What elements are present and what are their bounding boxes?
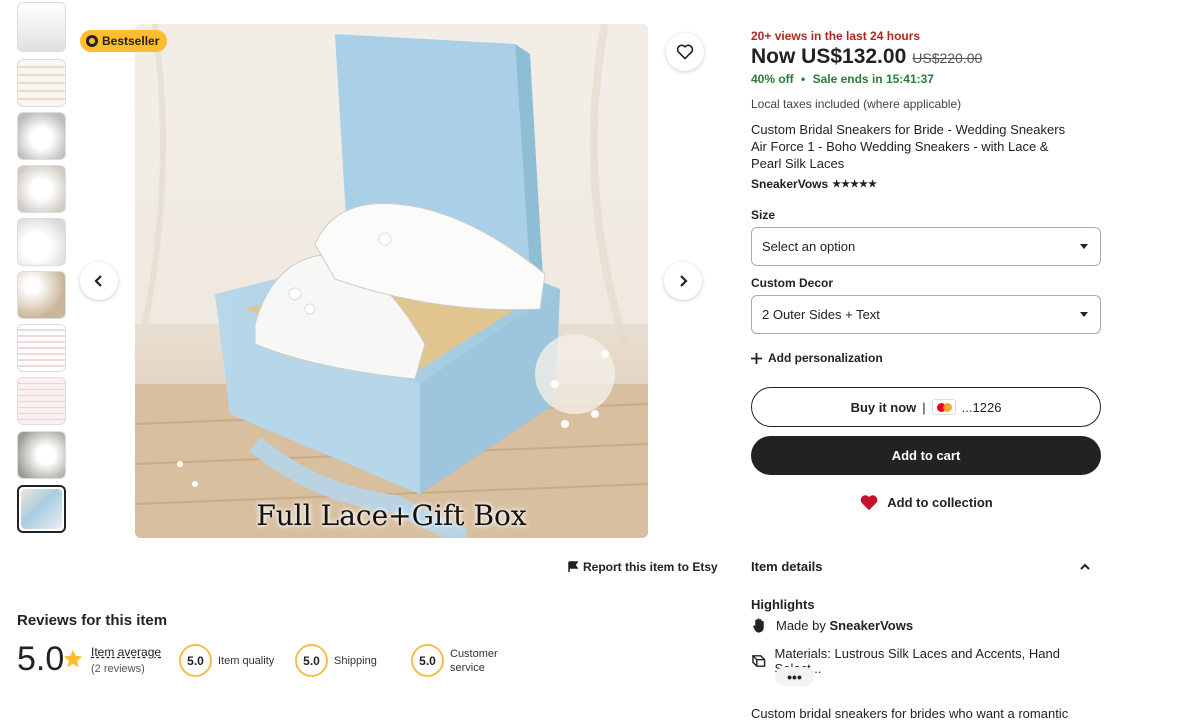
- score-circle: 5.0: [411, 644, 444, 677]
- flag-icon: [568, 561, 579, 572]
- thumbnail-6[interactable]: [17, 271, 66, 319]
- score-circle: 5.0: [179, 644, 212, 677]
- thumbnail-image: [18, 3, 65, 51]
- chevron-right-icon: [680, 275, 688, 287]
- thumbnail-10-active[interactable]: [17, 485, 66, 533]
- item-details-toggle[interactable]: Item details: [751, 559, 1101, 574]
- shop-info: SneakerVows ★★★★★: [751, 177, 1101, 191]
- buy-it-now-button[interactable]: Buy it now | ...1226: [751, 387, 1101, 427]
- size-select-value: Select an option: [762, 239, 856, 254]
- views-notice: 20+ views in the last 24 hours: [751, 29, 921, 43]
- hand-icon: [753, 618, 764, 633]
- add-to-collection-label: Add to collection: [887, 495, 993, 510]
- thumbnail-image: [18, 272, 65, 318]
- thumbnail-image: [18, 219, 65, 265]
- buy-now-label: Buy it now: [850, 399, 917, 415]
- plus-icon: [751, 352, 762, 364]
- item-details-heading: Item details: [751, 559, 823, 574]
- average-rating-score: 5.0: [17, 640, 65, 678]
- product-photo-illustration: [135, 24, 648, 538]
- score-label-line: service: [450, 661, 485, 674]
- size-select[interactable]: Select an option: [751, 227, 1101, 266]
- product-main-image: Full Lace+Gift Box: [135, 24, 648, 538]
- product-title: Custom Bridal Sneakers for Bride - Weddi…: [751, 122, 1066, 171]
- bestseller-label: Bestseller: [102, 34, 160, 48]
- discount-label: 40% off: [751, 72, 794, 86]
- heart-filled-icon: [860, 495, 878, 511]
- add-to-collection-button[interactable]: Add to collection: [751, 494, 1101, 511]
- score-label: Customer service: [450, 647, 498, 675]
- made-by-text: Made by SneakerVows: [776, 618, 913, 633]
- thumbnail-5[interactable]: [17, 218, 66, 266]
- reviews-heading: Reviews for this item: [17, 612, 168, 629]
- thumbnail-image: [18, 325, 65, 371]
- shipping-score: 5.0 Shipping: [295, 644, 377, 677]
- heart-outline-icon: [676, 44, 694, 60]
- original-price: US$220.00: [912, 50, 983, 66]
- current-price: Now US$132.00: [751, 45, 907, 68]
- made-by-prefix: Made by: [776, 618, 826, 633]
- custom-decor-value: 2 Outer Sides + Text: [762, 307, 880, 322]
- thumbnail-image: [18, 432, 65, 478]
- card-number: ...1226: [961, 399, 1002, 415]
- previous-image-button[interactable]: [80, 262, 118, 300]
- materials-text: Materials: Lustrous Silk Laces and Accen…: [774, 646, 1060, 676]
- thumbnail-7[interactable]: [17, 324, 66, 372]
- sale-countdown: Sale ends in 15:41:37: [812, 72, 934, 86]
- custom-decor-select[interactable]: 2 Outer Sides + Text: [751, 295, 1101, 334]
- shop-name-link[interactable]: SneakerVows: [751, 177, 828, 191]
- taxes-note: Local taxes included (where applicable): [751, 97, 962, 111]
- thumbnail-2[interactable]: [17, 59, 66, 107]
- caret-down-icon: [1080, 312, 1088, 317]
- add-to-cart-button[interactable]: Add to cart: [751, 436, 1101, 475]
- report-item-link[interactable]: Report this item to Etsy: [567, 560, 718, 574]
- report-label: Report this item to Etsy: [583, 560, 718, 574]
- chevron-left-icon: [94, 275, 102, 287]
- highlights-heading: Highlights: [751, 597, 815, 612]
- image-caption: Full Lace+Gift Box: [256, 499, 527, 532]
- favorite-button[interactable]: [666, 33, 704, 71]
- next-image-button[interactable]: [664, 262, 702, 300]
- item-quality-score: 5.0 Item quality: [179, 644, 274, 677]
- size-label: Size: [751, 208, 776, 222]
- thumbnail-image: [18, 113, 65, 159]
- thumbnail-3[interactable]: [17, 112, 66, 160]
- bestseller-badge: Bestseller: [80, 30, 168, 52]
- custom-decor-label: Custom Decor: [751, 276, 834, 290]
- score-circle: 5.0: [295, 644, 328, 677]
- shop-rating-stars: ★★★★★: [832, 178, 877, 190]
- star-icon: [63, 649, 83, 668]
- price-row: Now US$132.00 US$220.00: [751, 45, 1101, 69]
- thumbnail-9[interactable]: [17, 431, 66, 479]
- item-average-link[interactable]: Item average: [91, 645, 161, 659]
- mastercard-icon: [931, 399, 956, 415]
- score-label: Item quality: [218, 654, 275, 667]
- sale-info: 40% off • Sale ends in 15:41:37: [751, 72, 1101, 86]
- thumbnail-image: [18, 166, 65, 212]
- separator: |: [922, 399, 926, 415]
- customer-service-score: 5.0 Customer service: [411, 644, 498, 677]
- materials-icon: [752, 655, 766, 667]
- add-personalization-label: Add personalization: [768, 351, 883, 365]
- made-by-row: Made by SneakerVows: [751, 617, 1101, 634]
- thumbnail-image: [18, 60, 65, 106]
- thumbnail-1[interactable]: [17, 2, 66, 52]
- award-icon: [86, 35, 98, 47]
- add-personalization-button[interactable]: Add personalization: [751, 351, 1101, 365]
- thumbnail-4[interactable]: [17, 165, 66, 213]
- bullet-separator: •: [801, 72, 806, 86]
- thumbnail-image: [21, 489, 62, 529]
- more-highlights-button[interactable]: •••: [775, 667, 814, 686]
- chevron-up-icon: [1080, 563, 1090, 570]
- made-by-shop-link[interactable]: SneakerVows: [830, 618, 914, 633]
- score-label-line: Customer: [450, 647, 498, 660]
- item-description: Custom bridal sneakers for brides who wa…: [751, 706, 1069, 721]
- review-count: (2 reviews): [91, 663, 145, 675]
- caret-down-icon: [1080, 244, 1088, 249]
- thumbnail-image: [18, 378, 65, 424]
- thumbnail-8[interactable]: [17, 377, 66, 425]
- score-label: Shipping: [334, 654, 377, 667]
